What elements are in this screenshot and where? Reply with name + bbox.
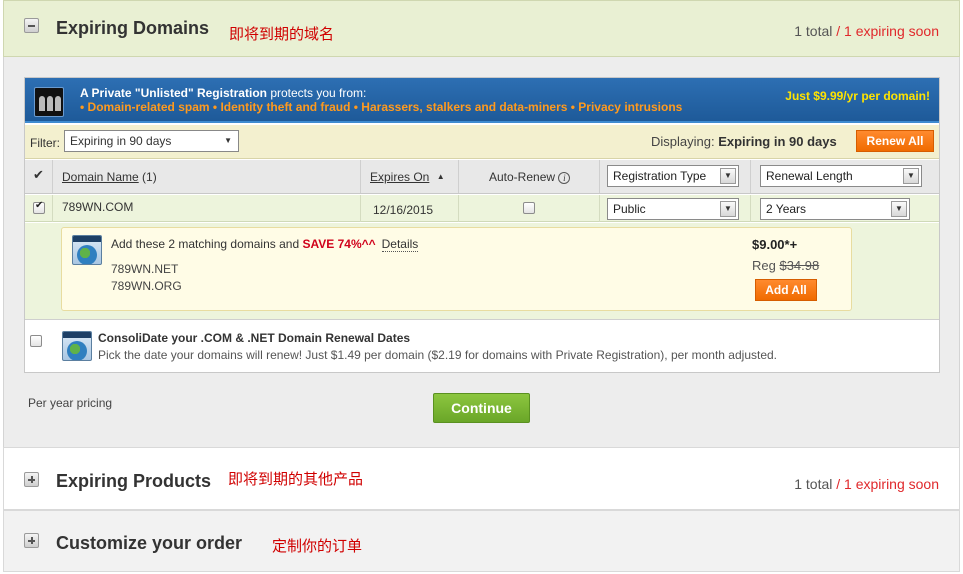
- expiring-soon-count: 1 expiring soon: [844, 476, 939, 492]
- suggestion-text: Add these 2 matching domains and SAVE 74…: [111, 237, 419, 252]
- table-header: ✔ Domain Name (1) Expires On ▲ Auto-Rene…: [25, 160, 939, 194]
- column-renewal-length: Renewal Length ▼: [751, 160, 939, 193]
- column-auto-renew: Auto-Renew i: [459, 160, 600, 193]
- expand-icon[interactable]: [24, 472, 39, 487]
- domains-table-container: A Private "Unlisted" Registration protec…: [24, 77, 940, 373]
- consolidate-row: ConsoliDate your .COM & .NET Domain Rene…: [25, 319, 939, 372]
- registration-type-bulk-select[interactable]: Registration Type ▼: [607, 165, 739, 187]
- expiring-domains-title: Expiring Domains: [56, 18, 210, 38]
- customize-order-title: Customize your order: [56, 533, 243, 553]
- renew-all-button[interactable]: Renew All: [856, 130, 934, 152]
- dropdown-arrow-icon: ▼: [224, 136, 232, 145]
- add-all-button[interactable]: Add All: [755, 279, 817, 301]
- customize-order-header[interactable]: Customize your order 定制你的订单: [3, 510, 960, 572]
- expiring-products-annotation: 即将到期的其他产品: [228, 470, 364, 488]
- auto-renew-checkbox[interactable]: [523, 202, 535, 214]
- expiring-soon-count: 1 expiring soon: [844, 23, 939, 39]
- column-domain-name[interactable]: Domain Name (1): [53, 160, 361, 193]
- expiration-date: 12/16/2015: [373, 203, 434, 217]
- filter-bar: Filter: Expiring in 90 days ▼ Displaying…: [25, 125, 939, 159]
- expand-icon[interactable]: [24, 533, 39, 548]
- expiring-products-header[interactable]: Expiring Products 即将到期的其他产品 1 total / 1 …: [3, 447, 960, 510]
- collapse-icon[interactable]: [24, 18, 39, 33]
- renewal-length-bulk-select[interactable]: Renewal Length ▼: [760, 165, 922, 187]
- consolidate-globe-icon: [62, 331, 92, 361]
- consolidate-checkbox[interactable]: [30, 335, 42, 347]
- domain-globe-icon: [72, 235, 102, 265]
- sort-ascending-icon: ▲: [436, 172, 445, 181]
- customize-order-annotation: 定制你的订单: [272, 537, 363, 555]
- renewal-length-select[interactable]: 2 Years ▼: [760, 198, 910, 220]
- check-all-icon[interactable]: ✔: [33, 168, 44, 183]
- domain-suggestion-row: Add these 2 matching domains and SAVE 74…: [25, 223, 939, 319]
- info-icon[interactable]: i: [558, 172, 571, 184]
- privacy-banner[interactable]: A Private "Unlisted" Registration protec…: [25, 78, 939, 123]
- chevron-down-icon: ▼: [891, 201, 907, 217]
- expiring-products-count: 1 total / 1 expiring soon: [794, 476, 939, 492]
- privacy-price[interactable]: Just $9.99/yr per domain!: [785, 89, 930, 103]
- table-row: 789WN.COM 12/16/2015 Public ▼ 2 Years ▼: [25, 195, 939, 222]
- chevron-down-icon: ▼: [903, 168, 919, 184]
- expiring-domains-header[interactable]: Expiring Domains 即将到期的域名 1 total / 1 exp…: [3, 0, 960, 57]
- domain-name: 789WN.COM: [62, 200, 134, 214]
- expiring-products-title: Expiring Products: [56, 471, 212, 491]
- filter-label: Filter:: [30, 136, 60, 150]
- expiring-domains-count: 1 total / 1 expiring soon: [794, 23, 939, 39]
- domain-suggestion-box: Add these 2 matching domains and SAVE 74…: [61, 227, 852, 311]
- suggestion-price: $9.00*+: [752, 237, 798, 252]
- expiring-domains-annotation: 即将到期的域名: [229, 25, 335, 43]
- privacy-headline: A Private "Unlisted" Registration protec…: [80, 86, 367, 100]
- privacy-benefits: • Domain-related spam • Identity theft a…: [80, 100, 683, 114]
- expiring-domains-panel: A Private "Unlisted" Registration protec…: [3, 57, 960, 447]
- suggested-domain: 789WN.ORG: [111, 279, 182, 293]
- chevron-down-icon: ▼: [720, 168, 736, 184]
- private-registration-icon: [34, 87, 64, 117]
- consolidate-title: ConsoliDate your .COM & .NET Domain Rene…: [98, 331, 411, 345]
- per-year-pricing-note: Per year pricing: [28, 396, 113, 410]
- regular-price: Reg $34.98: [752, 258, 820, 273]
- details-link[interactable]: Details: [381, 237, 419, 252]
- total-count: 1 total: [794, 23, 833, 39]
- column-registration-type: Registration Type ▼: [600, 160, 751, 193]
- expires-on-sort-link[interactable]: Expires On: [370, 170, 429, 184]
- displaying-status: Displaying: Expiring in 90 days: [651, 134, 837, 149]
- consolidate-description: Pick the date your domains will renew! J…: [98, 348, 778, 362]
- select-all-column[interactable]: ✔: [25, 160, 53, 193]
- save-percentage: SAVE 74%^^: [302, 237, 376, 251]
- total-count: 1 total: [794, 476, 833, 492]
- suggested-domain: 789WN.NET: [111, 262, 179, 276]
- chevron-down-icon: ▼: [720, 201, 736, 217]
- filter-select[interactable]: Expiring in 90 days ▼: [64, 130, 239, 152]
- domain-checkbox[interactable]: [33, 200, 45, 214]
- column-expires-on[interactable]: Expires On ▲: [361, 160, 459, 193]
- continue-button[interactable]: Continue: [433, 393, 530, 423]
- domain-name-sort-link[interactable]: Domain Name: [62, 170, 139, 184]
- registration-type-select[interactable]: Public ▼: [607, 198, 739, 220]
